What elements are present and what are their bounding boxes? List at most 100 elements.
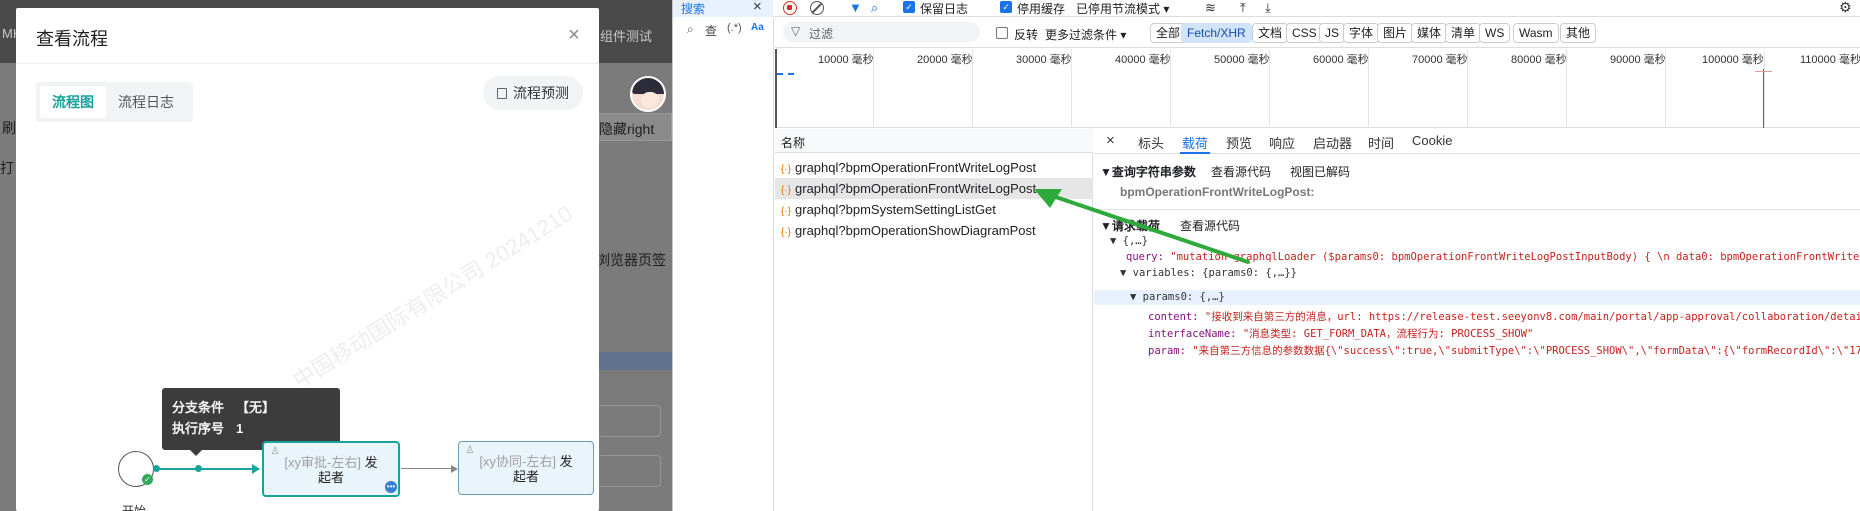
disable-cache-checkbox[interactable]: ✓ — [1000, 1, 1012, 13]
tab-timing[interactable]: 时间 — [1368, 133, 1394, 152]
flow-edge[interactable] — [401, 468, 453, 469]
payload-variables-line[interactable]: ▼ variables: {params0: {,…}} — [1120, 267, 1297, 279]
timeline-tick-label: 10000 毫秒 — [818, 54, 874, 66]
network-toolbar: 搜索 × ▼ ⌕ ✓ 保留日志 ✓ 停用缓存 已停用节流模式 ▾ ≋ ⤒ ⤓ ⚙ — [673, 0, 1860, 17]
type-filter-doc[interactable]: 文档 — [1252, 23, 1289, 43]
record-icon[interactable] — [783, 1, 797, 15]
process-predict-button[interactable]: 流程预测 — [483, 76, 583, 110]
clear-icon[interactable] — [810, 1, 824, 15]
timeline-tick-label: 90000 毫秒 — [1610, 54, 1666, 66]
preserve-log-checkbox[interactable]: ✓ — [903, 1, 915, 13]
preserve-log-label: 保留日志 — [920, 2, 969, 16]
xhr-icon: {·} — [781, 227, 792, 238]
regex-toggle[interactable]: (.*) — [727, 22, 742, 34]
tooltip-arrow — [190, 450, 202, 456]
start-label: 开始 — [122, 504, 147, 511]
payload-params0-line[interactable]: ▼ params0: {,…} — [1130, 291, 1225, 303]
tab-payload[interactable]: 载荷 — [1182, 133, 1208, 152]
throttle-label: 已停用节流模式 — [1076, 2, 1161, 16]
download-icon[interactable]: ⤓ — [1265, 0, 1271, 16]
type-filter-media[interactable]: 媒体 — [1411, 23, 1448, 43]
tab-headers[interactable]: 标头 — [1138, 133, 1164, 152]
approval-node-label-1: 发 — [364, 455, 378, 470]
hide-right-button[interactable]: 隐藏right — [592, 113, 672, 141]
section-divider — [1094, 209, 1860, 210]
filter-input[interactable]: ▽ 过滤 — [783, 22, 980, 42]
payload-root[interactable]: ▼ {,…} — [1110, 235, 1148, 247]
background-highlight-bar — [597, 352, 672, 370]
modal-title: 查看流程 — [36, 29, 108, 49]
tab-flow-chart[interactable]: 流程图 — [40, 86, 106, 118]
gear-icon[interactable]: ⚙ — [1839, 0, 1852, 16]
query-string-section[interactable]: ▼查询字符串参数 — [1100, 163, 1196, 180]
payload-interface-line[interactable]: interfaceName: "消息类型: GET_FORM_DATA，流程行为… — [1148, 326, 1533, 341]
more-filters-label: 更多过滤条件 — [1045, 28, 1118, 42]
active-tab-indicator — [1180, 152, 1210, 154]
filter-icon: ▽ — [791, 24, 801, 38]
type-filter-wasm[interactable]: Wasm — [1513, 23, 1559, 43]
avatar[interactable] — [630, 76, 666, 112]
detail-tabs: × 标头 载荷 预览 响应 启动器 时间 Cookie — [1094, 129, 1860, 154]
background-input-2 — [597, 455, 661, 487]
overview-left-edge — [775, 49, 777, 128]
request-row[interactable]: {·} graphql?bpmOperationShowDiagramPost — [775, 220, 1093, 241]
background-top-text-2: 组件测试 — [600, 29, 653, 44]
type-filter-css[interactable]: CSS — [1286, 23, 1323, 43]
timeline-tick-label: 60000 毫秒 — [1313, 54, 1369, 66]
view-source-link[interactable]: 查看源代码 — [1211, 163, 1271, 180]
more-icon[interactable]: ••• — [385, 481, 397, 493]
tab-response[interactable]: 响应 — [1269, 133, 1295, 152]
cooperation-node[interactable]: ♙ [xy协同-左右] 发 起者 — [458, 441, 594, 495]
flow-edge-active[interactable] — [155, 468, 259, 470]
type-filter-manifest[interactable]: 清单 — [1445, 23, 1482, 43]
payload-param-line[interactable]: param: "来自第三方信息的参数数据{\"success\":true,\"… — [1148, 343, 1860, 358]
upload-icon[interactable]: ⤒ — [1240, 0, 1246, 16]
check-icon: ✓ — [142, 474, 153, 485]
tab-search[interactable]: 搜索 × — [673, 0, 773, 17]
type-filter-js[interactable]: JS — [1319, 23, 1346, 43]
wifi-icon[interactable]: ≋ — [1205, 0, 1216, 16]
type-filter-other[interactable]: 其他 — [1560, 23, 1597, 43]
throttle-select[interactable]: 已停用节流模式 ▾ — [1076, 0, 1169, 17]
more-filters-dropdown[interactable]: 更多过滤条件 ▾ — [1045, 26, 1126, 43]
type-filter-font[interactable]: 字体 — [1343, 23, 1380, 43]
filter-icon[interactable]: ▼ — [849, 0, 862, 16]
invert-checkbox[interactable] — [996, 27, 1008, 39]
request-row[interactable]: {·} graphql?bpmSystemSettingListGet — [775, 199, 1093, 220]
timeline-tick-label: 70000 毫秒 — [1412, 54, 1468, 66]
tab-preview[interactable]: 预览 — [1226, 133, 1252, 152]
query-key: query: — [1126, 251, 1164, 263]
type-filter-img[interactable]: 图片 — [1377, 23, 1414, 43]
approval-node[interactable]: ♙ [xy审批-左右] 发 起者 — [262, 441, 400, 497]
query-value: "mutation graphqlLoader ($params0: bpmOp… — [1170, 251, 1860, 263]
match-case-toggle[interactable]: Aa — [751, 22, 764, 33]
payload-query-line[interactable]: query: "mutation graphqlLoader ($params0… — [1126, 251, 1860, 263]
request-row[interactable]: {·} graphql?bpmOperationFrontWriteLogPost — [775, 178, 1093, 199]
close-icon[interactable]: × — [563, 24, 585, 46]
timeline-load-marker — [1763, 69, 1764, 128]
request-row[interactable]: {·} graphql?bpmOperationFrontWriteLogPost — [775, 157, 1093, 178]
close-icon[interactable]: × — [753, 0, 762, 15]
search-bar[interactable]: ⌕ 查 (.*) Aa — [673, 18, 774, 40]
payload-content-line[interactable]: content: "接收到来自第三方的消息，url: https://relea… — [1148, 309, 1860, 324]
xhr-icon: {·} — [781, 185, 792, 196]
search-input[interactable]: 查 — [705, 22, 717, 39]
cooperation-node-label-1: 发 — [559, 454, 573, 469]
edge-dot — [195, 465, 202, 472]
type-filter-fetch-xhr[interactable]: Fetch/XHR — [1181, 23, 1252, 43]
tab-flow-log[interactable]: 流程日志 — [106, 86, 186, 118]
order-label: 执行序号 — [172, 421, 225, 436]
tab-initiator[interactable]: 启动器 — [1313, 133, 1352, 152]
search-tab-label: 搜索 — [681, 2, 706, 16]
tab-cookie[interactable]: Cookie — [1412, 133, 1452, 148]
search-icon[interactable]: ⌕ — [871, 0, 878, 16]
request-list: 名称 {·} graphql?bpmOperationFrontWriteLogP… — [775, 129, 1093, 511]
request-payload-section[interactable]: ▼请求载荷 — [1100, 217, 1160, 234]
interface-key: interfaceName: — [1148, 328, 1237, 340]
timeline-overview[interactable]: 10000 毫秒 20000 毫秒 30000 毫秒 40000 毫秒 5000… — [775, 49, 1860, 128]
name-column-header[interactable]: 名称 — [775, 129, 1093, 153]
close-icon[interactable]: × — [1106, 132, 1115, 149]
view-decoded-link[interactable]: 视图已解码 — [1290, 163, 1350, 180]
type-filter-ws[interactable]: WS — [1479, 23, 1511, 43]
payload-view-source-link[interactable]: 查看源代码 — [1180, 217, 1240, 234]
